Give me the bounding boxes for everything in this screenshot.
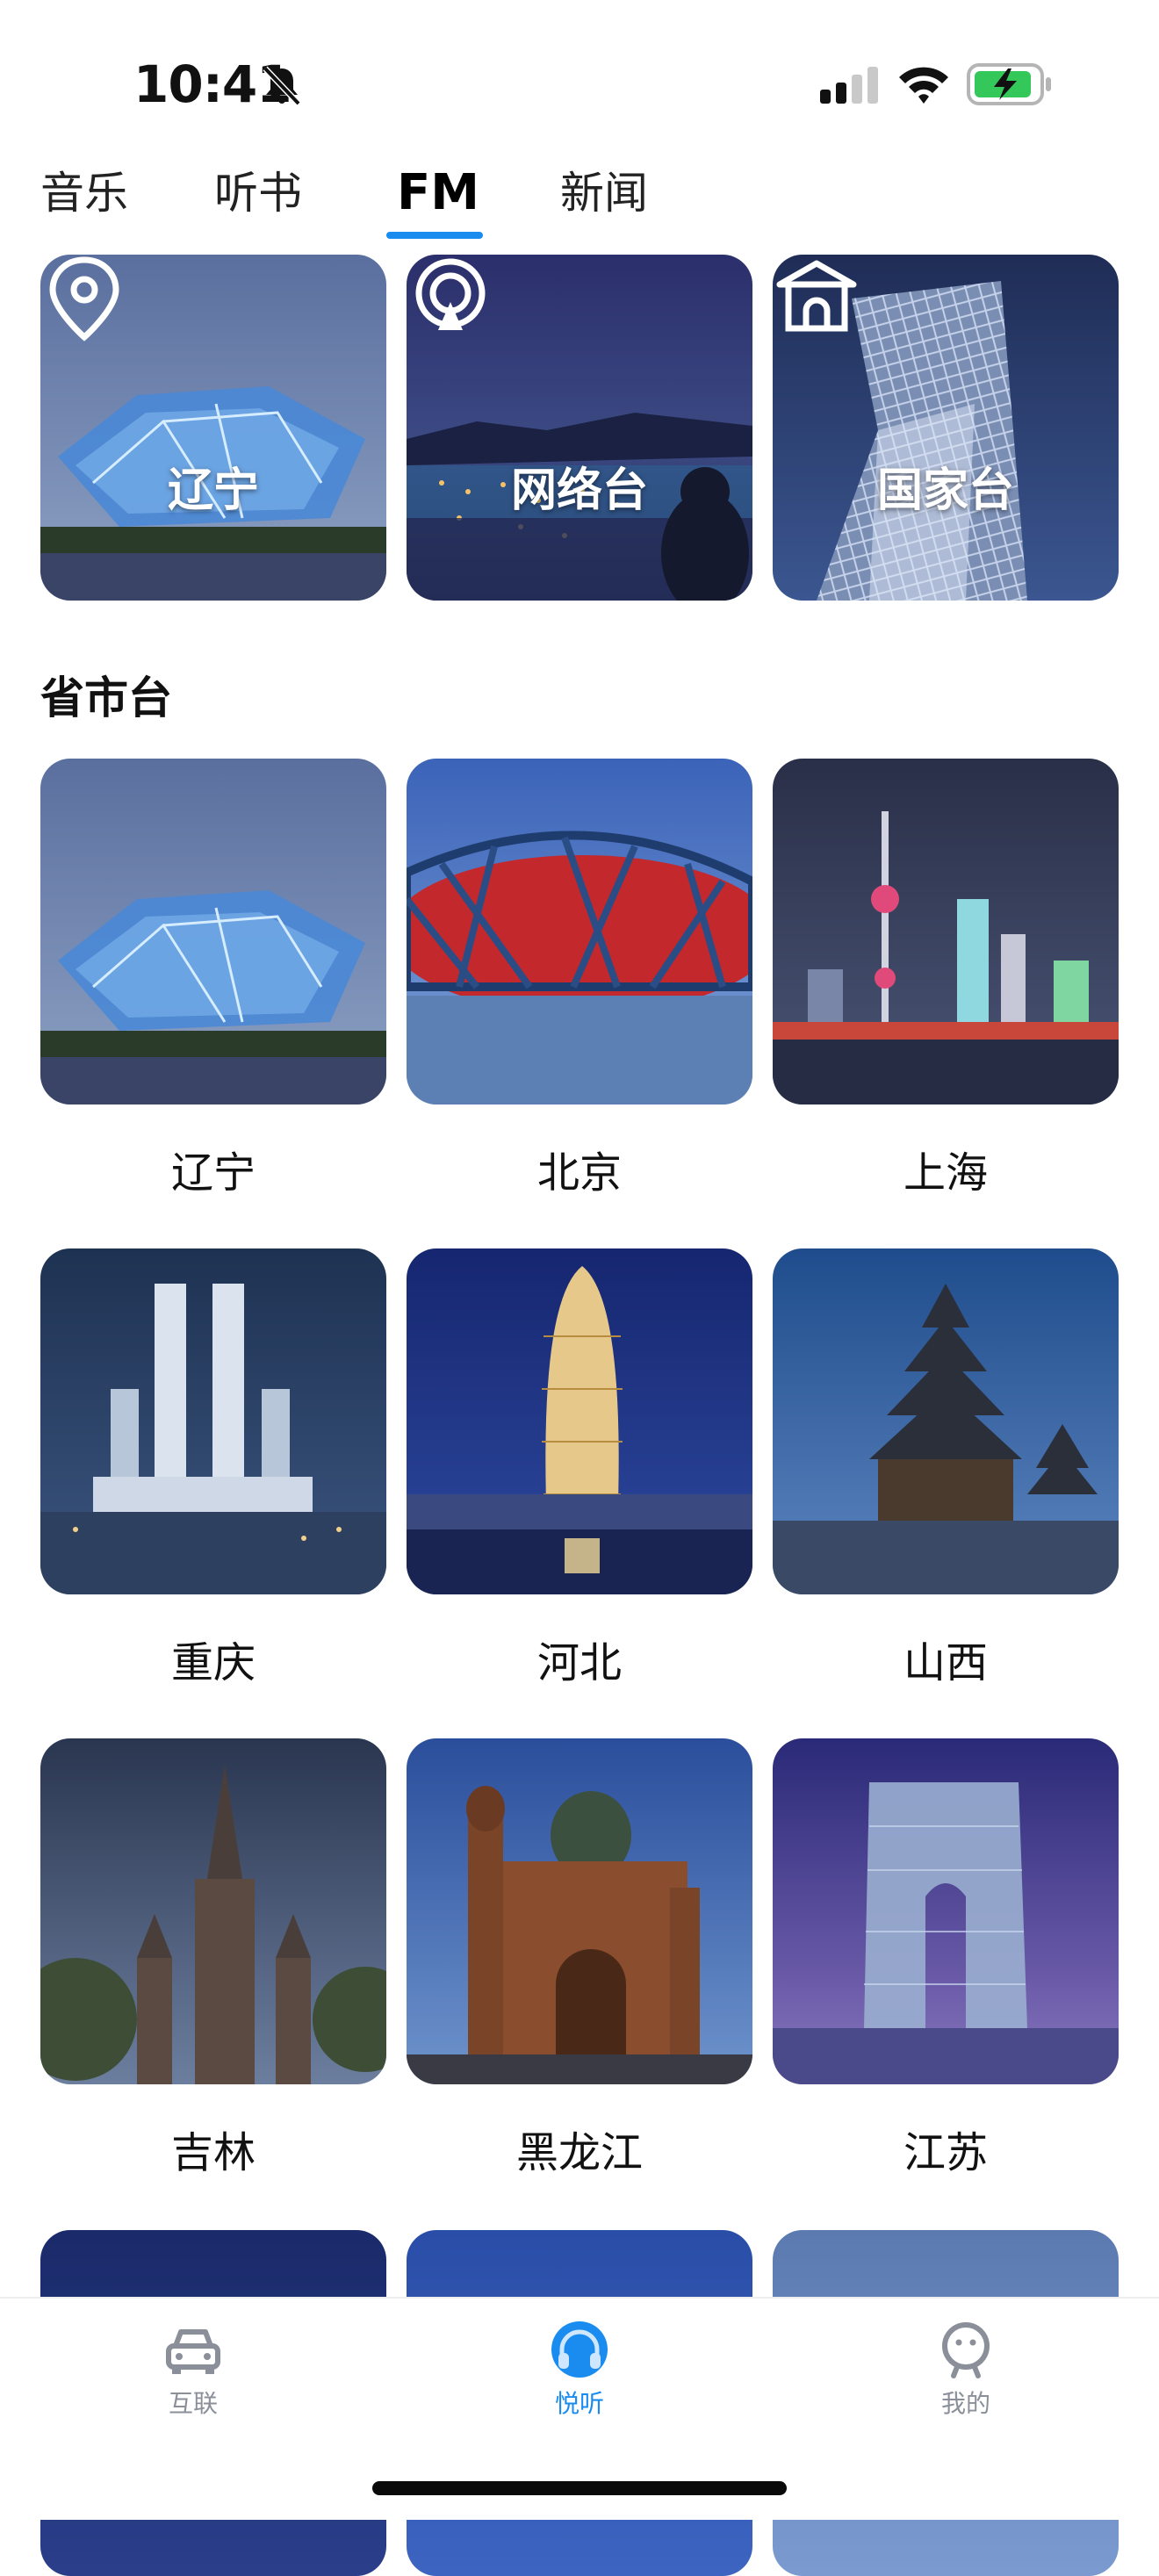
signal-icon [820,67,878,104]
city-tile-jilin[interactable] [40,1738,386,2084]
battery-charging-icon [967,63,1051,105]
city-tile-chongqing[interactable] [40,1248,386,1594]
city-tile-shanghai[interactable] [773,759,1119,1105]
city-tile-jiangsu[interactable] [773,1738,1119,2084]
tab-news[interactable]: 新闻 [560,158,648,228]
category-label: 网络台 [510,464,648,517]
city-label: 江苏 [903,2128,988,2177]
nav-item-me[interactable]: 我的 [860,2299,1071,2430]
heilongjiang-photo [407,1738,752,2084]
nav-item-listen[interactable]: 悦听 [474,2299,685,2430]
liaoning-city-photo [40,759,386,1105]
shanghai-photo [773,759,1119,1105]
broadcast-icon [415,258,486,330]
city-label: 山西 [903,1638,988,1687]
nav-label: 我的 [940,2389,990,2418]
tab-fm[interactable]: FM [397,158,479,228]
chongqing-photo [40,1248,386,1594]
category-label: 国家台 [876,464,1014,517]
nav-label: 互联 [168,2389,218,2418]
home-indicator[interactable] [372,2481,787,2495]
category-tile-national[interactable]: 国家台 [773,255,1119,601]
city-tile-beijing[interactable] [407,759,752,1105]
jilin-photo [40,1738,386,2084]
city-label: 吉林 [170,2128,256,2177]
city-label: 北京 [536,1148,622,1198]
city-label: 重庆 [170,1638,256,1687]
user-face-icon [942,2322,990,2378]
bell-slash-icon [263,66,301,106]
wifi-icon [899,67,948,104]
headphones-icon [551,2321,608,2378]
active-tab-indicator [386,232,483,239]
beijing-photo [407,759,752,1105]
hebei-photo [407,1248,752,1594]
tab-music[interactable]: 音乐 [40,158,128,228]
city-label: 黑龙江 [515,2128,643,2177]
city-label: 辽宁 [170,1148,256,1198]
shanxi-photo [773,1248,1119,1594]
category-tile-liaoning[interactable]: 辽宁 [40,255,386,601]
city-tile-liaoning[interactable] [40,759,386,1105]
city-tile-hebei[interactable] [407,1248,752,1594]
section-title: 省市台 [40,673,172,723]
category-tile-network[interactable]: 网络台 [407,255,752,601]
city-label: 河北 [536,1638,622,1687]
top-tabs: 音乐 听书 FM 新闻 [0,158,1159,246]
car-icon [166,2329,220,2374]
category-label: 辽宁 [167,464,259,517]
tab-audiobook[interactable]: 听书 [214,158,302,228]
city-tile-shanxi[interactable] [773,1248,1119,1594]
city-tile-heilongjiang[interactable] [407,1738,752,2084]
jiangsu-photo [773,1738,1119,2084]
city-label: 上海 [903,1148,988,1198]
gate-icon [776,260,857,332]
location-pin-icon [49,256,119,342]
nav-item-connect[interactable]: 互联 [88,2299,299,2430]
status-bar: 10:41 [0,0,1159,149]
nav-label: 悦听 [554,2389,604,2418]
